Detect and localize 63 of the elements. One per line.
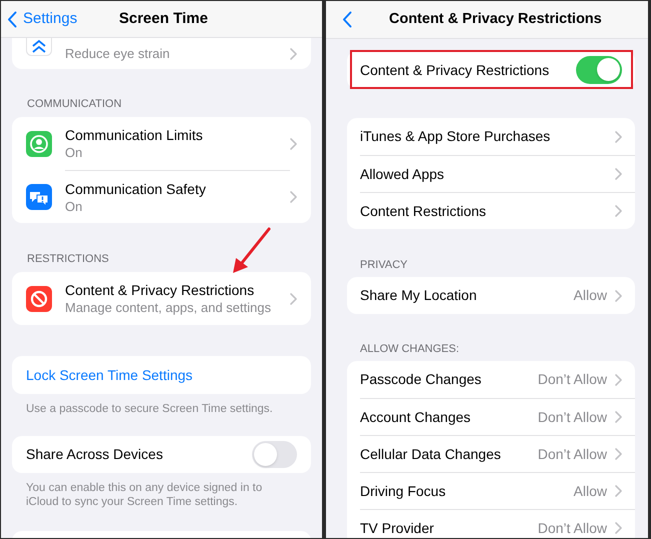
settings-row[interactable]: Communication Limits On <box>12 117 311 170</box>
section-header: COMMUNICATION <box>26 98 123 111</box>
chevron-icon <box>615 485 622 497</box>
chevron-icon <box>615 374 622 386</box>
screen-title: Screen Time <box>119 8 208 29</box>
lock-settings-link[interactable]: Lock Screen Time Settings <box>12 356 311 394</box>
row-title: TV Provider <box>360 518 435 538</box>
row-title: Content & Privacy Restrictions <box>65 281 256 299</box>
section-header: ALLOW CHANGES: <box>359 343 460 356</box>
row-title: Content & Privacy Restrictions <box>360 60 550 80</box>
screen-title: Content & Privacy Restrictions <box>389 10 602 29</box>
row-value: Don’t Allow <box>538 444 607 464</box>
chevron-icon <box>290 190 297 202</box>
chevron-icon <box>615 290 622 302</box>
footnote: Use a passcode to secure Screen Time settings. <box>25 402 274 416</box>
row-title: iTunes & App Store Purchases <box>360 127 552 146</box>
chevron-icon <box>615 130 622 142</box>
chevron-icon <box>615 168 622 180</box>
chevron-icon <box>290 48 297 60</box>
section-header: RESTRICTIONS <box>26 253 110 266</box>
settings-row[interactable]: Content Restrictions <box>360 192 635 229</box>
section-header: PRIVACY <box>359 259 408 272</box>
footnote: You can enable this on any device signed in to iCloud to sync your Screen Time settings. <box>25 481 264 509</box>
settings-row[interactable]: Passcode Changes Don’t Allow <box>360 361 635 398</box>
settings-row[interactable]: Allowed Apps <box>360 155 635 192</box>
row-title: Communication Safety <box>65 180 207 198</box>
settings-row[interactable]: Content & Privacy Restrictions Manage content, apps, and settings <box>12 272 311 325</box>
chevron-icon <box>290 292 297 304</box>
settings-row[interactable]: TV Provider Don’t Allow <box>360 509 635 538</box>
row-subtitle: Reduce eye strain <box>65 44 171 63</box>
settings-row[interactable]: iTunes & App Store Purchases <box>360 118 635 155</box>
row-title: Driving Focus <box>360 482 447 501</box>
back-chevron-icon <box>342 11 352 28</box>
chevron-icon <box>615 448 622 460</box>
settings-row[interactable]: Cellular Data Changes Don’t Allow <box>360 435 635 472</box>
chevron-icon <box>290 138 297 150</box>
row-subtitle: Manage content, apps, and settings <box>65 299 272 316</box>
settings-row[interactable]: Driving Focus Allow <box>360 472 635 509</box>
row-value: Don’t Allow <box>538 408 607 426</box>
row-value: Allow <box>574 286 607 305</box>
row-title: Share My Location <box>360 286 478 305</box>
back-button[interactable]: Settings <box>1 8 78 30</box>
row-value: Allow <box>574 482 607 500</box>
chevron-icon <box>615 411 622 423</box>
row-title: Account Changes <box>360 408 472 427</box>
chevron-icon <box>615 205 622 217</box>
row-title: Share Across Devices <box>26 445 164 464</box>
row-value: Don’t Allow <box>538 518 607 538</box>
row-title: Allowed Apps <box>360 164 446 184</box>
row-subtitle: On <box>65 144 84 161</box>
row-value: Don’t Allow <box>538 370 607 389</box>
back-chevron-icon <box>7 10 17 28</box>
settings-row[interactable]: Communication Safety On <box>12 170 311 223</box>
row-title: Passcode Changes <box>360 370 482 389</box>
toggle-switch[interactable] <box>252 441 297 468</box>
row-title: Communication Limits <box>65 126 204 144</box>
chevron-icon <box>615 522 622 534</box>
row-title: Content Restrictions <box>360 202 488 220</box>
row-title: Cellular Data Changes <box>360 444 502 464</box>
settings-row[interactable]: Share My Location Allow <box>360 277 635 314</box>
row-subtitle: On <box>65 198 84 214</box>
settings-row[interactable]: Account Changes Don’t Allow <box>360 398 635 435</box>
toggle-switch[interactable] <box>576 56 622 84</box>
